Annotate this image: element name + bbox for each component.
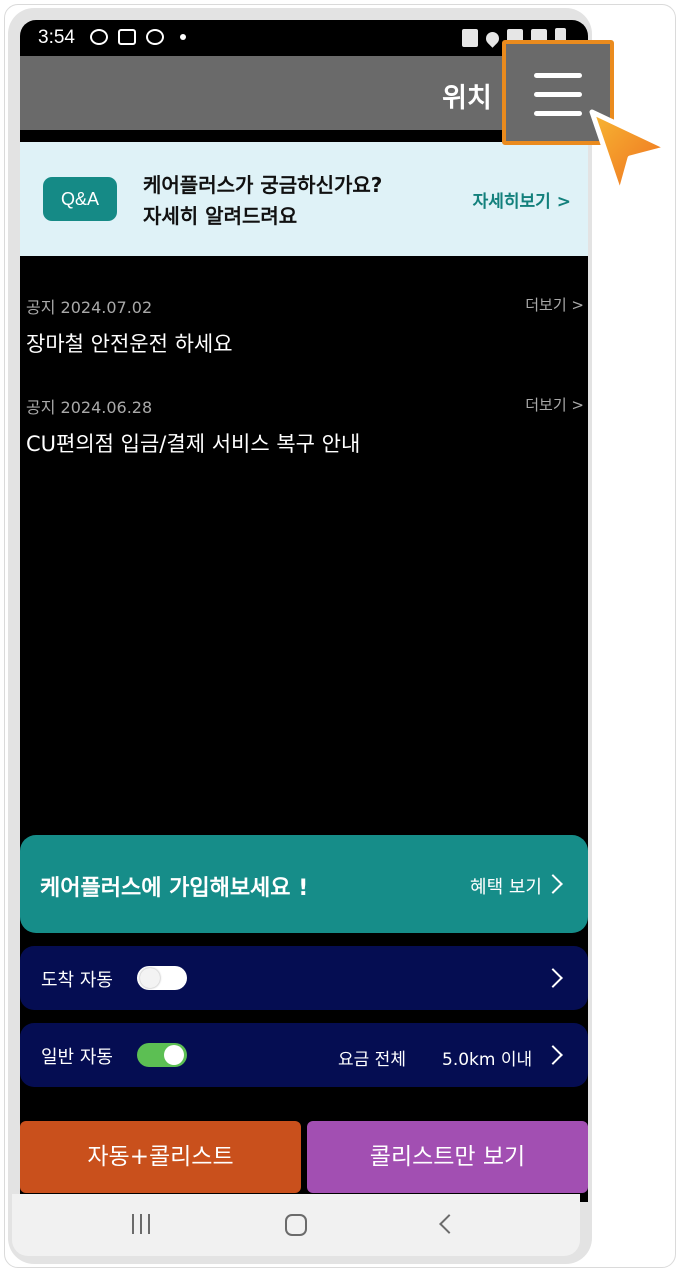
arrival-auto-label: 도착 자동 bbox=[41, 970, 113, 991]
phone-body: 3:54 위치 : Q&A 케어플러스가 궁금하신가요? 자세히 알려드려요 자… bbox=[8, 8, 592, 1264]
system-nav-bar bbox=[12, 1194, 580, 1256]
menu-line bbox=[534, 92, 582, 97]
back-icon[interactable] bbox=[439, 1214, 459, 1234]
auto-call-list-button[interactable]: 자동+콜리스트 bbox=[20, 1121, 301, 1193]
chevron-right-icon bbox=[543, 1045, 563, 1065]
qa-banner[interactable]: Q&A 케어플러스가 궁금하신가요? 자세히 알려드려요 자세히보기 > bbox=[20, 142, 588, 256]
location-icon bbox=[483, 28, 502, 48]
notice-more-link[interactable]: 더보기 > bbox=[525, 394, 584, 415]
driver-app-icon bbox=[90, 29, 108, 45]
call-list-only-button[interactable]: 콜리스트만 보기 bbox=[307, 1121, 588, 1193]
talk-icon bbox=[146, 29, 164, 45]
mute-icon bbox=[462, 29, 478, 47]
notice-meta: 공지 2024.07.02 bbox=[26, 298, 153, 317]
qa-badge: Q&A bbox=[43, 177, 117, 221]
general-auto-label: 일반 자동 bbox=[41, 1047, 113, 1068]
home-icon[interactable] bbox=[285, 1214, 307, 1236]
distance-filter: 5.0km 이내 bbox=[442, 1050, 533, 1070]
notice-item[interactable]: 공지 2024.06.28 더보기 > CU편의점 입금/결제 서비스 복구 안… bbox=[26, 394, 584, 474]
chevron-right-icon bbox=[543, 874, 563, 894]
general-auto-toggle[interactable] bbox=[137, 1043, 187, 1067]
notice-meta: 공지 2024.06.28 bbox=[26, 398, 153, 417]
pointer-cursor-icon bbox=[589, 109, 671, 197]
general-auto-row[interactable]: 일반 자동 요금 전체 5.0km 이내 bbox=[20, 1023, 588, 1087]
notice-title: 장마철 안전운전 하세요 bbox=[26, 332, 233, 356]
toggle-knob bbox=[164, 1045, 184, 1065]
arrival-auto-row[interactable]: 도착 자동 bbox=[20, 946, 588, 1010]
notice-title: CU편의점 입금/결제 서비스 복구 안내 bbox=[26, 432, 361, 456]
menu-line bbox=[534, 111, 582, 116]
join-title: 케어플러스에 가입해보세요 ! bbox=[40, 876, 309, 901]
toggle-knob bbox=[140, 968, 160, 988]
recent-apps-icon[interactable] bbox=[132, 1214, 150, 1234]
join-banner[interactable]: 케어플러스에 가입해보세요 ! 혜택 보기 bbox=[20, 835, 588, 933]
more-notifications-dot-icon bbox=[180, 34, 186, 40]
fee-filter: 요금 전체 bbox=[338, 1050, 406, 1070]
arrival-auto-toggle[interactable] bbox=[137, 966, 187, 990]
qa-banner-text: 케어플러스가 궁금하신가요? 자세히 알려드려요 bbox=[143, 170, 382, 232]
qa-line-1: 케어플러스가 궁금하신가요? bbox=[143, 173, 383, 197]
qa-line-2: 자세히 알려드려요 bbox=[143, 204, 298, 228]
status-notification-icons bbox=[90, 29, 186, 45]
benefits-link[interactable]: 혜택 보기 bbox=[470, 873, 542, 899]
menu-line bbox=[534, 73, 582, 78]
status-time: 3:54 bbox=[38, 27, 75, 48]
notice-more-link[interactable]: 더보기 > bbox=[525, 294, 584, 315]
notice-item[interactable]: 공지 2024.07.02 더보기 > 장마철 안전운전 하세요 bbox=[26, 294, 584, 374]
qa-more-link[interactable]: 자세히보기 > bbox=[473, 187, 571, 212]
gallery-icon bbox=[118, 29, 136, 45]
phone-screen: 3:54 위치 : Q&A 케어플러스가 궁금하신가요? 자세히 알려드려요 자… bbox=[20, 20, 588, 1202]
chevron-right-icon bbox=[543, 968, 563, 988]
